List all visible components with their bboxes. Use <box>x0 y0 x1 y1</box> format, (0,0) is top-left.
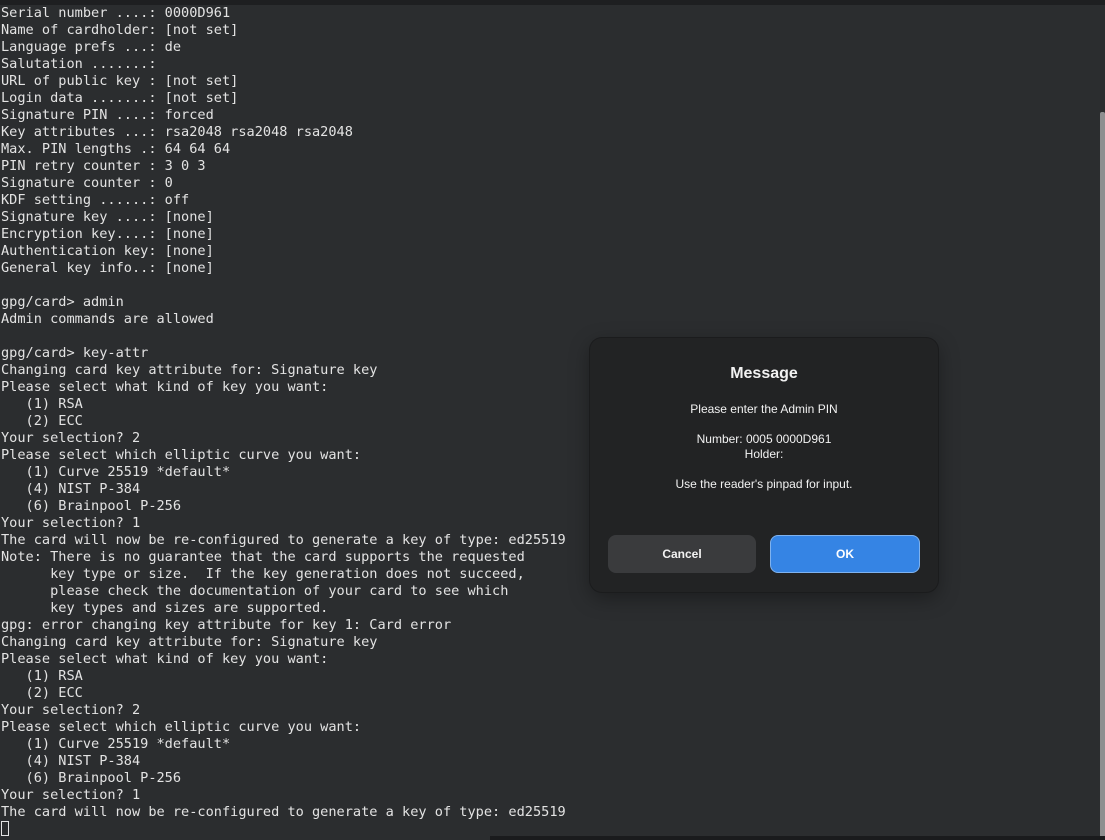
terminal-line: Your selection? 2 <box>1 702 141 718</box>
terminal-line: (4) NIST P-384 <box>1 481 141 497</box>
ok-button[interactable]: OK <box>770 535 920 573</box>
terminal-line: Name of cardholder: [not set] <box>1 22 239 38</box>
admin-pin-prompt: Please enter the Admin PIN <box>690 402 838 416</box>
terminal-line: key types and sizes are supported. <box>1 600 329 616</box>
terminal-line: key type or size. If the key generation … <box>1 566 525 582</box>
card-number: Number: 0005 0000D961 <box>696 432 832 446</box>
terminal-line: Please select which elliptic curve you w… <box>1 719 362 735</box>
terminal-line: Key attributes ...: rsa2048 rsa2048 rsa2… <box>1 124 353 140</box>
terminal-line: (1) Curve 25519 *default* <box>1 464 231 480</box>
terminal-line: (6) Brainpool P-256 <box>1 498 182 514</box>
terminal-line: Max. PIN lengths .: 64 64 64 <box>1 141 231 157</box>
card-holder: Holder: <box>744 447 784 461</box>
terminal-line: gpg: error changing key attribute for ke… <box>1 617 452 633</box>
terminal-line: PIN retry counter : 3 0 3 <box>1 158 206 174</box>
terminal-line: (4) NIST P-384 <box>1 753 141 769</box>
terminal-line: Authentication key: [none] <box>1 243 214 259</box>
terminal-line: Your selection? 1 <box>1 787 141 803</box>
dialog-message: Please enter the Admin PIN Number: 0005 … <box>590 402 938 492</box>
pinentry-dialog: Message Please enter the Admin PIN Numbe… <box>590 338 938 592</box>
terminal-line: Login data .......: [not set] <box>1 90 239 106</box>
terminal-line: (1) RSA <box>1 668 83 684</box>
terminal-line: gpg/card> admin <box>1 294 124 310</box>
terminal-line: Language prefs ...: de <box>1 39 182 55</box>
terminal-output: Serial number ....: 0000D961 Name of card… <box>1 5 566 821</box>
terminal-line: Your selection? 2 <box>1 430 141 446</box>
terminal-line: Please select which elliptic curve you w… <box>1 447 362 463</box>
terminal-line: The card will now be re-configured to ge… <box>1 804 566 820</box>
terminal-line: Note: There is no guarantee that the car… <box>1 549 525 565</box>
scrollbar-thumb[interactable] <box>1100 112 1105 840</box>
terminal-line: URL of public key : [not set] <box>1 73 239 89</box>
terminal-line: Signature key ....: [none] <box>1 209 214 225</box>
terminal-line: please check the documentation of your c… <box>1 583 509 599</box>
terminal-line: KDF setting ......: off <box>1 192 190 208</box>
terminal-line: Changing card key attribute for: Signatu… <box>1 362 378 378</box>
terminal-line: (6) Brainpool P-256 <box>1 770 182 786</box>
terminal-line: Serial number ....: 0000D961 <box>1 5 231 21</box>
cancel-button[interactable]: Cancel <box>608 535 756 573</box>
dialog-title: Message <box>730 365 798 382</box>
terminal-line: Admin commands are allowed <box>1 311 214 327</box>
terminal-cursor <box>1 821 9 836</box>
terminal-line: Signature PIN ....: forced <box>1 107 214 123</box>
terminal-line: Your selection? 1 <box>1 515 141 531</box>
terminal-line: Signature counter : 0 <box>1 175 173 191</box>
window-bottom-edge <box>490 836 1105 840</box>
terminal-line: General key info..: [none] <box>1 260 214 276</box>
terminal-scrollbar[interactable] <box>1100 5 1105 840</box>
terminal-line: (2) ECC <box>1 685 83 701</box>
terminal-line: (1) Curve 25519 *default* <box>1 736 231 752</box>
terminal-line: gpg/card> key-attr <box>1 345 149 361</box>
terminal-line: Encryption key....: [none] <box>1 226 214 242</box>
terminal-line: Please select what kind of key you want: <box>1 379 329 395</box>
terminal-line: Please select what kind of key you want: <box>1 651 329 667</box>
terminal-line: (1) RSA <box>1 396 83 412</box>
pinpad-hint: Use the reader's pinpad for input. <box>675 477 853 491</box>
terminal-line: Salutation .......: <box>1 56 165 72</box>
terminal-window[interactable]: Serial number ....: 0000D961 Name of card… <box>0 0 1105 840</box>
terminal-line: (2) ECC <box>1 413 83 429</box>
terminal-line: Changing card key attribute for: Signatu… <box>1 634 378 650</box>
terminal-line: The card will now be re-configured to ge… <box>1 532 566 548</box>
